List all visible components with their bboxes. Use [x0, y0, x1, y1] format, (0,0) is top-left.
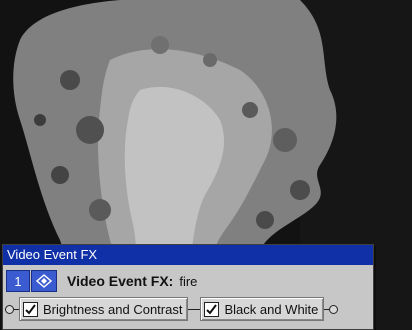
checkmark-icon: [25, 303, 36, 315]
preset-icon[interactable]: [31, 270, 57, 292]
fx-header: 1 Video Event FX: fire: [6, 270, 370, 292]
event-name: fire: [179, 273, 198, 289]
fx-header-label: Video Event FX:: [67, 273, 174, 289]
fx-index-badge: 1: [6, 270, 30, 292]
plugin-brightness-contrast-checkbox[interactable]: [23, 301, 38, 317]
plugin-brightness-contrast-label: Brightness and Contrast: [43, 301, 183, 317]
plugin-chain: Brightness and Contrast Black and White: [5, 297, 371, 321]
window-title[interactable]: Video Event FX: [3, 245, 373, 265]
plugin-black-white[interactable]: Black and White: [200, 297, 325, 321]
video-event-fx-window: Video Event FX 1 Video Event FX: fire Br…: [2, 244, 374, 330]
plugin-black-white-checkbox[interactable]: [204, 301, 220, 317]
checkmark-icon: [206, 303, 218, 315]
plugin-brightness-contrast[interactable]: Brightness and Contrast: [19, 297, 189, 321]
port-icon: [5, 304, 14, 314]
plugin-black-white-label: Black and White: [224, 301, 319, 317]
chain-wire: [188, 308, 201, 310]
port-icon: [329, 304, 339, 314]
